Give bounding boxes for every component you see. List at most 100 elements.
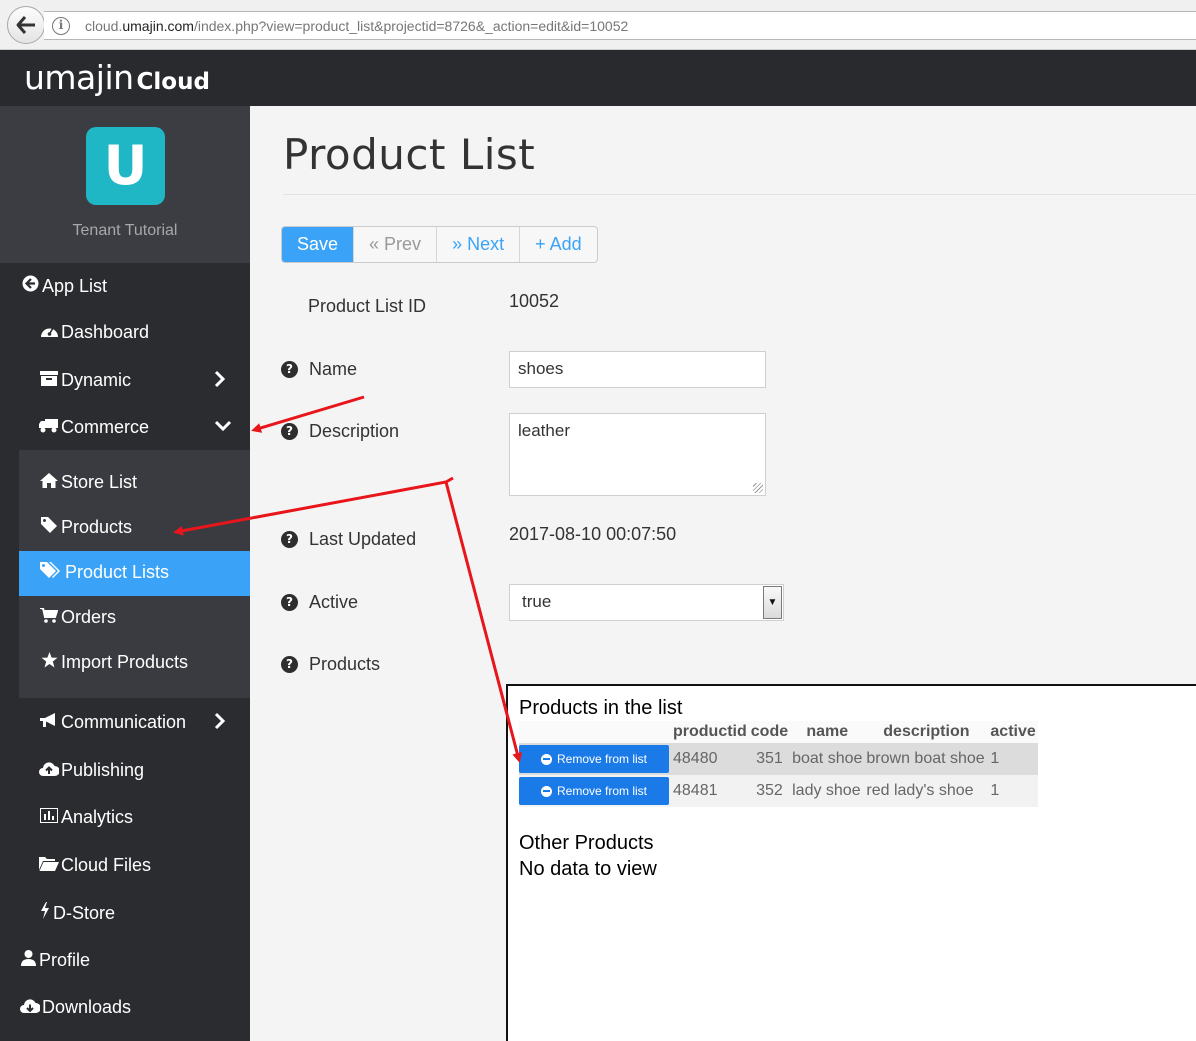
description-textarea[interactable]: leather [509,413,766,496]
user-icon [20,950,37,971]
product-list-id-label: Product List ID [308,296,427,316]
products-table: productid code name description active R… [519,721,1038,807]
tag-icon [39,517,59,538]
sidebar-item-cloud-files[interactable]: Cloud Files [39,855,151,876]
resize-handle[interactable] [753,483,763,493]
minus-circle-icon [540,753,552,765]
sidebar-item-profile[interactable]: Profile [20,950,90,971]
tags-icon [39,562,63,583]
sidebar-item-d-store[interactable]: D-Store [39,902,115,924]
save-button[interactable]: Save [282,227,355,262]
table-header-description: description [864,721,989,743]
prev-button[interactable]: « Prev [354,227,438,262]
table-cell-code: 352 [748,775,791,807]
cloud-download-icon [20,998,41,1018]
address-bar[interactable]: i cloud.umajin.com/index.php?view=produc… [44,11,1196,40]
folder-open-icon [39,856,59,876]
chevron-right-icon[interactable] [214,370,226,393]
chevron-down-icon[interactable] [214,419,232,437]
sidebar-item-analytics[interactable]: Analytics [39,806,133,828]
cloud-upload-icon [39,761,60,781]
table-cell-description: brown boat shoe [864,743,989,775]
add-button[interactable]: + Add [520,227,597,262]
active-select-value: true [522,592,552,611]
table-header-active: active [988,721,1038,743]
tenant-panel: U Tenant Tutorial [0,106,250,263]
sidebar-item-orders[interactable]: Orders [39,606,116,628]
table-cell-action: Remove from list [519,775,671,807]
table-row: Remove from list 48480 351 boat shoe bro… [519,743,1038,775]
home-icon [39,472,59,493]
bolt-icon [39,902,51,924]
dashboard-icon [39,323,59,343]
sidebar-item-downloads[interactable]: Downloads [20,997,131,1018]
sidebar-item-product-lists[interactable]: Product Lists [39,562,169,583]
divider [283,194,1196,195]
dropdown-arrow-icon[interactable]: ▼ [763,586,782,619]
products-panel: Products in the list productid code name… [506,684,1196,1041]
archive-icon [39,370,59,391]
products-in-list-title: Products in the list [519,697,683,719]
back-button[interactable] [7,6,45,44]
page-title: Product List [283,130,536,179]
back-arrow-icon [16,16,35,34]
other-products-empty: No data to view [519,858,657,880]
sidebar-item-commerce[interactable]: Commerce [39,417,149,438]
active-label: ? Active [281,592,358,613]
commerce-submenu: Store List Products Product Lists Orders… [19,450,250,698]
table-row: Remove from list 48481 352 lady shoe red… [519,775,1038,807]
tenant-name: Tenant Tutorial [72,222,178,239]
url-text: cloud.umajin.com/index.php?view=product_… [85,18,629,34]
sidebar: U Tenant Tutorial App List Dashboard Dyn… [0,106,250,1041]
chevron-right-icon[interactable] [214,712,226,735]
minus-circle-icon [540,785,552,797]
remove-from-list-button[interactable]: Remove from list [519,745,669,773]
products-label: ? Products [281,654,380,675]
shopping-cart-icon [39,606,59,628]
question-circle-icon[interactable]: ? [281,361,298,378]
table-cell-name: boat shoe [790,743,865,775]
question-circle-icon[interactable]: ? [281,656,298,673]
table-cell-name: lady shoe [790,775,865,807]
table-cell-active: 1 [988,743,1038,775]
sidebar-item-products[interactable]: Products [39,517,132,538]
toolbar: Save « Prev » Next + Add [281,226,598,263]
sidebar-item-dashboard[interactable]: Dashboard [39,322,149,343]
sidebar-item-communication[interactable]: Communication [39,712,186,733]
arrow-circle-left-icon [20,275,40,297]
question-circle-icon[interactable]: ? [281,594,298,611]
bar-chart-icon [39,806,59,828]
name-input[interactable]: shoes [509,351,766,388]
next-button[interactable]: » Next [437,227,521,262]
table-cell-description: red lady's shoe [864,775,989,807]
last-updated-label: ? Last Updated [281,529,416,550]
table-cell-action: Remove from list [519,743,671,775]
active-select[interactable]: true ▼ [509,584,784,621]
question-circle-icon[interactable]: ? [281,531,298,548]
description-label: ? Description [281,421,399,442]
table-header-name: name [790,721,865,743]
last-updated-value: 2017-08-10 00:07:50 [509,524,677,544]
sidebar-item-import-products[interactable]: Import Products [39,652,188,673]
sidebar-item-store-list[interactable]: Store List [39,472,137,493]
table-cell-productid: 48481 [671,775,749,807]
truck-icon [39,418,59,438]
remove-from-list-button[interactable]: Remove from list [519,777,669,805]
table-cell-productid: 48480 [671,743,749,775]
sidebar-item-dynamic[interactable]: Dynamic [39,370,131,391]
table-header-action [519,721,671,743]
sidebar-item-publishing[interactable]: Publishing [39,760,144,781]
umajin-logo[interactable]: umajin Cloud [24,58,210,97]
table-cell-active: 1 [988,775,1038,807]
sidebar-item-app-list[interactable]: App List [20,275,107,297]
question-circle-icon[interactable]: ? [281,423,298,440]
other-products-title: Other Products [519,832,654,854]
info-icon[interactable]: i [52,17,70,35]
browser-toolbar: i cloud.umajin.com/index.php?view=produc… [0,0,1196,50]
table-header-productid: productid [671,721,749,743]
table-header-code: code [748,721,791,743]
product-list-id-value: 10052 [509,291,560,311]
description-text: leather [518,421,570,440]
top-header: umajin Cloud [0,50,1196,106]
star-icon [39,652,59,673]
